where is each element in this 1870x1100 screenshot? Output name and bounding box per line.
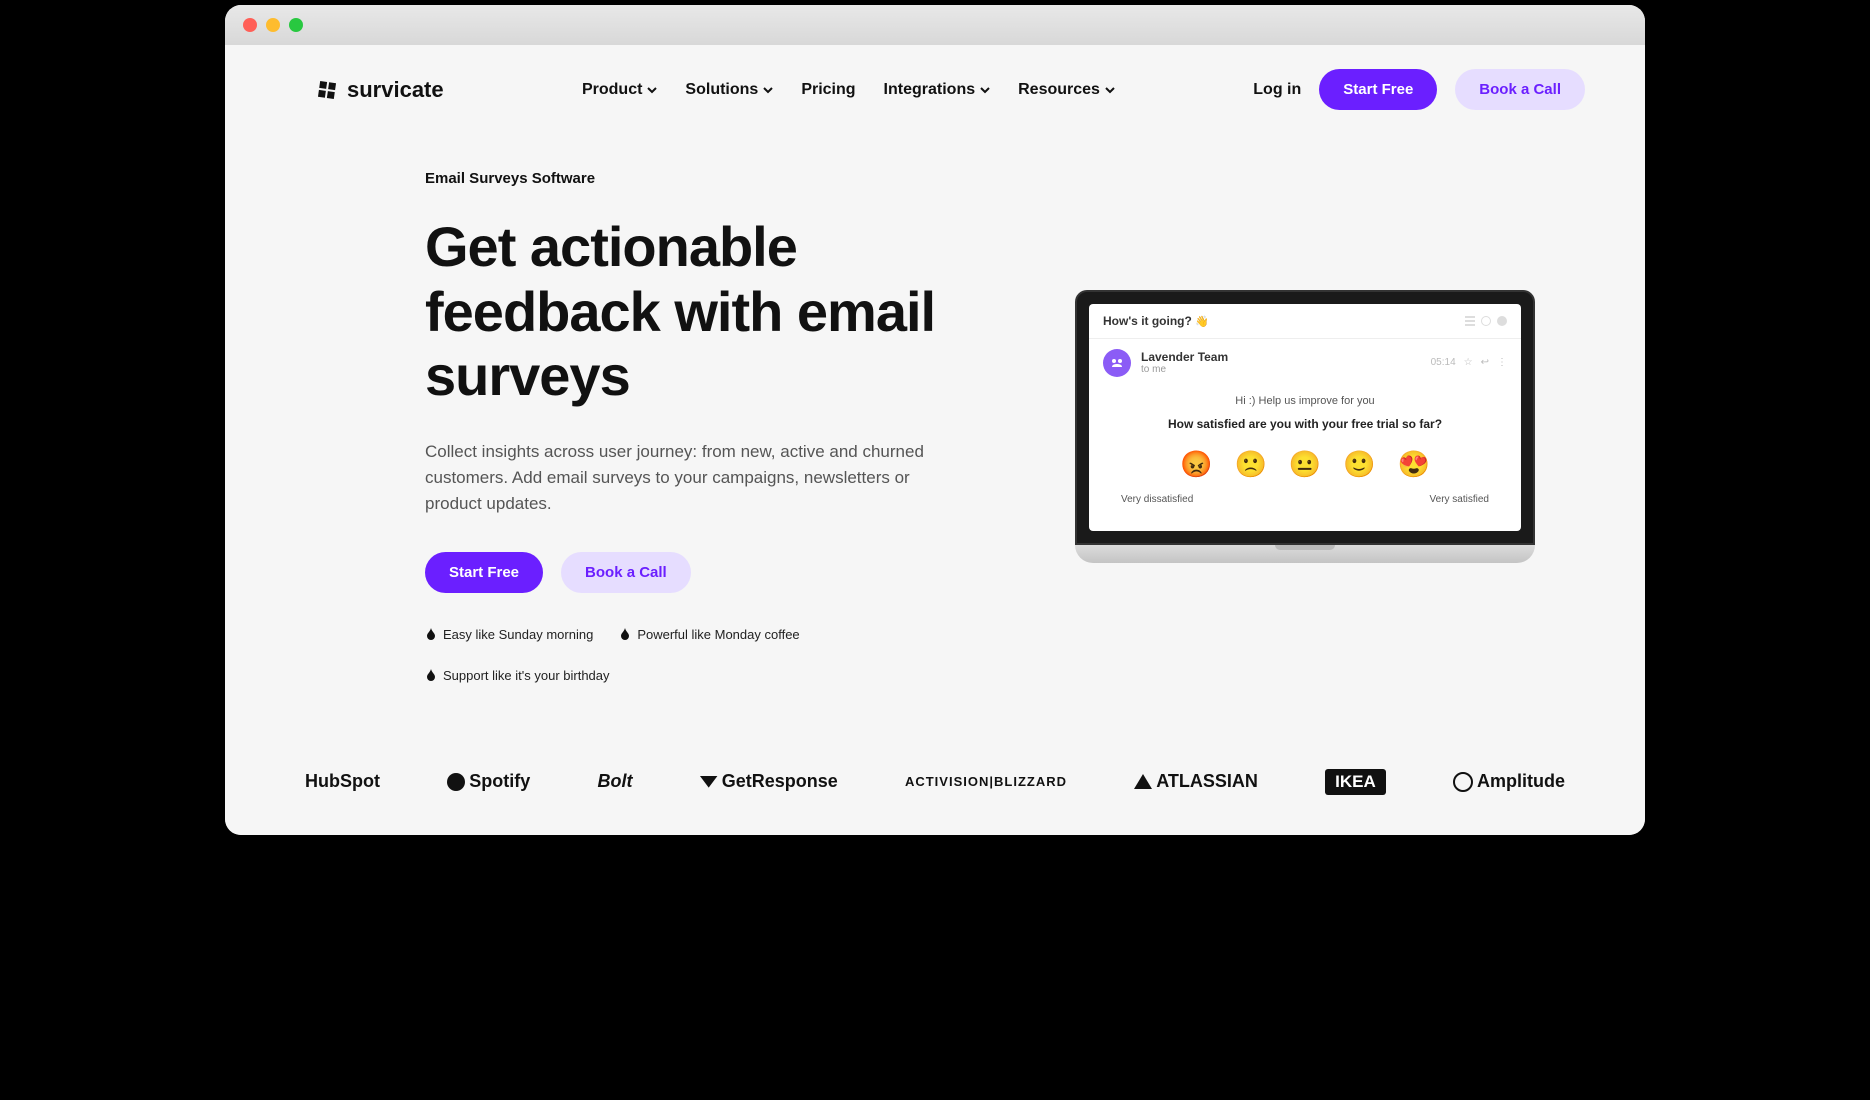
login-link[interactable]: Log in	[1253, 81, 1301, 99]
flame-icon	[425, 628, 437, 640]
email-header-icons	[1465, 316, 1507, 326]
perk-item: Easy like Sunday morning	[425, 627, 593, 642]
perk-text: Powerful like Monday coffee	[637, 627, 799, 642]
hero-section: Email Surveys Software Get actionable fe…	[225, 130, 1645, 732]
sender-block: Lavender Team to me	[1141, 350, 1228, 375]
sender-avatar	[1103, 349, 1131, 377]
email-body: Hi :) Help us improve for you How satisf…	[1089, 387, 1521, 531]
logo-bolt: Bolt	[597, 771, 632, 792]
logo-amplitude: Amplitude	[1453, 771, 1565, 792]
flame-icon	[425, 669, 437, 681]
client-logos: HubSpot Spotify Bolt GetResponse ACTIVIS…	[225, 733, 1645, 835]
flame-icon	[619, 628, 631, 640]
logo-ikea: IKEA	[1325, 769, 1386, 795]
logo-spotify: Spotify	[447, 771, 530, 792]
email-client: How's it going? 👋	[1089, 304, 1521, 531]
ikea-text: IKEA	[1325, 769, 1386, 795]
logo-hubspot: HubSpot	[305, 771, 380, 792]
scale-labels: Very dissatisfied Very satisfied	[1103, 494, 1507, 505]
email-greeting: Hi :) Help us improve for you	[1103, 395, 1507, 407]
close-icon[interactable]	[243, 18, 257, 32]
book-call-button[interactable]: Book a Call	[1455, 69, 1585, 110]
label-high: Very satisfied	[1430, 494, 1489, 505]
grid-icon	[1465, 316, 1475, 326]
nav-links: Product Solutions Pricing Integrations R…	[582, 81, 1115, 99]
nav-item-product[interactable]: Product	[582, 81, 657, 99]
perks-list: Easy like Sunday morning Powerful like M…	[425, 627, 1005, 683]
rating-2[interactable]: 🙁	[1234, 449, 1266, 480]
hero-illustration: How's it going? 👋	[1065, 170, 1545, 682]
nav-label: Solutions	[685, 81, 758, 99]
chevron-down-icon	[1105, 85, 1115, 95]
maximize-icon[interactable]	[289, 18, 303, 32]
chevron-down-icon	[763, 85, 773, 95]
email-header: How's it going? 👋	[1089, 304, 1521, 339]
browser-window: survicate Product Solutions Pricing Inte…	[225, 5, 1645, 834]
email-subject: How's it going? 👋	[1103, 314, 1209, 328]
label-low: Very dissatisfied	[1121, 494, 1193, 505]
eyebrow: Email Surveys Software	[425, 170, 1005, 187]
logo-atlassian: ATLASSIAN	[1134, 771, 1258, 792]
more-icon: ⋮	[1497, 357, 1507, 368]
perk-item: Powerful like Monday coffee	[619, 627, 799, 642]
title-bar	[225, 5, 1645, 45]
survey-question: How satisfied are you with your free tri…	[1103, 417, 1507, 431]
laptop-screen: How's it going? 👋	[1075, 290, 1535, 545]
nav-actions: Log in Start Free Book a Call	[1253, 69, 1585, 110]
nav-item-integrations[interactable]: Integrations	[884, 81, 991, 99]
chevron-down-icon	[647, 85, 657, 95]
avatar-icon	[1497, 316, 1507, 326]
brand-logo[interactable]: survicate	[315, 77, 444, 103]
main-nav: survicate Product Solutions Pricing Inte…	[225, 45, 1645, 130]
nav-item-solutions[interactable]: Solutions	[685, 81, 773, 99]
nav-item-pricing[interactable]: Pricing	[801, 81, 855, 99]
logo-activision: ACTIVISION|BLIZZARD	[905, 774, 1067, 789]
rating-row: 😡 🙁 😐 🙂 😍	[1103, 449, 1507, 480]
wave-icon: 👋	[1195, 316, 1209, 328]
laptop-mockup: How's it going? 👋	[1075, 290, 1535, 563]
rating-4[interactable]: 🙂	[1343, 449, 1375, 480]
sender-name: Lavender Team	[1141, 350, 1228, 364]
laptop-base	[1075, 545, 1535, 563]
subject-text: How's it going?	[1103, 314, 1192, 328]
subhead: Collect insights across user journey: fr…	[425, 439, 965, 518]
perk-text: Support like it's your birthday	[443, 668, 610, 683]
hero-book-call-button[interactable]: Book a Call	[561, 552, 691, 593]
nav-label: Resources	[1018, 81, 1100, 99]
recipient-line: to me	[1141, 364, 1228, 375]
hero-ctas: Start Free Book a Call	[425, 552, 1005, 593]
headline: Get actionable feedback with email surve…	[425, 215, 1005, 408]
nav-label: Product	[582, 81, 642, 99]
reply-icon: ↩	[1481, 357, 1489, 368]
rating-5[interactable]: 😍	[1398, 449, 1430, 480]
meta-right: 05:14 ☆ ↩ ⋮	[1431, 357, 1507, 368]
perk-text: Easy like Sunday morning	[443, 627, 593, 642]
nav-item-resources[interactable]: Resources	[1018, 81, 1115, 99]
settings-icon	[1481, 316, 1491, 326]
perk-item: Support like it's your birthday	[425, 668, 610, 683]
rating-1[interactable]: 😡	[1180, 449, 1212, 480]
nav-label: Pricing	[801, 81, 855, 99]
start-free-button[interactable]: Start Free	[1319, 69, 1437, 110]
minimize-icon[interactable]	[266, 18, 280, 32]
brand-name: survicate	[347, 77, 444, 103]
logo-getresponse: GetResponse	[700, 771, 838, 792]
rating-3[interactable]: 😐	[1289, 449, 1321, 480]
hero-start-free-button[interactable]: Start Free	[425, 552, 543, 593]
chevron-down-icon	[980, 85, 990, 95]
nav-label: Integrations	[884, 81, 976, 99]
page-content: survicate Product Solutions Pricing Inte…	[225, 45, 1645, 834]
hero-copy: Email Surveys Software Get actionable fe…	[425, 170, 1005, 682]
email-time: 05:14	[1431, 357, 1456, 368]
email-meta: Lavender Team to me 05:14 ☆ ↩ ⋮	[1089, 339, 1521, 387]
logo-mark-icon	[315, 78, 339, 102]
star-icon: ☆	[1464, 357, 1473, 368]
